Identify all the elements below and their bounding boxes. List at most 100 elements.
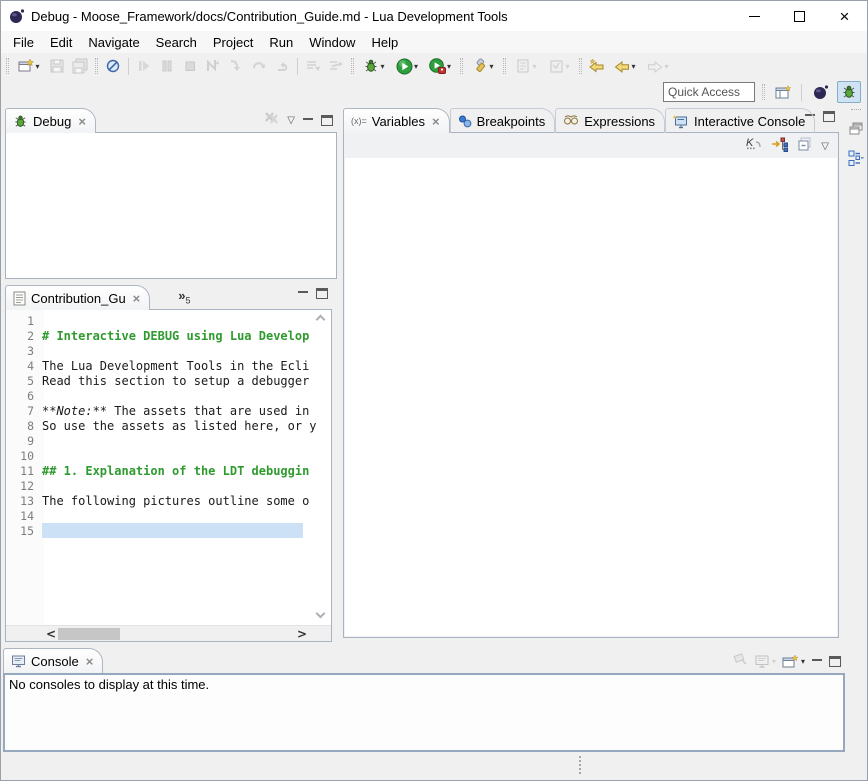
menu-file[interactable]: File bbox=[5, 33, 42, 52]
terminate-button[interactable] bbox=[179, 55, 201, 77]
variables-icon: (x)= bbox=[351, 116, 367, 126]
open-perspective-button[interactable] bbox=[772, 81, 794, 103]
forward-button[interactable]: ▾ bbox=[642, 55, 674, 77]
horizontal-scrollbar-thumb[interactable] bbox=[58, 628, 120, 640]
last-edit-location-button[interactable] bbox=[586, 55, 608, 77]
remove-terminated-icon bbox=[264, 111, 280, 125]
open-artifact-button[interactable]: ▾ bbox=[543, 55, 575, 77]
close-window-button[interactable]: × bbox=[822, 1, 867, 31]
last-edit-location-icon bbox=[589, 58, 605, 74]
editor-maximize-button[interactable] bbox=[316, 288, 328, 299]
scroll-up-icon[interactable] bbox=[316, 315, 326, 325]
console-minimize-button[interactable] bbox=[811, 657, 823, 667]
suspend-button[interactable] bbox=[156, 55, 178, 77]
menu-help[interactable]: Help bbox=[363, 33, 406, 52]
tab-interactive-console[interactable]: Interactive Console bbox=[665, 108, 815, 133]
menu-search[interactable]: Search bbox=[148, 33, 205, 52]
app-logo-icon bbox=[9, 8, 25, 24]
forward-arrow-icon bbox=[647, 58, 663, 74]
tab-variables[interactable]: (x)= Variables × bbox=[343, 108, 450, 133]
editor-text[interactable]: 1 2# Interactive DEBUG using Lua Develop… bbox=[12, 313, 313, 538]
run-button[interactable]: ▾ bbox=[391, 55, 423, 77]
tab-console[interactable]: Console × bbox=[3, 648, 103, 673]
step-return-icon bbox=[274, 58, 290, 74]
tab-editor-contribution-guide[interactable]: Contribution_Gu × bbox=[5, 285, 150, 310]
quick-access-input[interactable] bbox=[663, 82, 755, 102]
expressions-glasses-icon bbox=[563, 114, 579, 128]
menu-project[interactable]: Project bbox=[205, 33, 261, 52]
editor-line: 12 bbox=[12, 478, 313, 493]
hidden-editors-count: 5 bbox=[186, 296, 191, 306]
collapse-all-button[interactable] bbox=[797, 136, 813, 157]
editor-area: Contribution_Gu × »5 1 2# Interactive DE… bbox=[5, 284, 332, 642]
status-bar-grip[interactable] bbox=[579, 756, 581, 774]
debug-view-menu-icon[interactable]: ▽ bbox=[287, 115, 295, 126]
scroll-right-icon[interactable]: > bbox=[297, 626, 307, 642]
editor-line: 7**Note:** The assets that are used in bbox=[12, 403, 313, 418]
debug-tree-area[interactable] bbox=[5, 132, 337, 279]
show-type-names-button[interactable]: K bbox=[745, 136, 763, 157]
open-task-button[interactable]: ▾ bbox=[510, 55, 542, 77]
menu-navigate[interactable]: Navigate bbox=[80, 33, 147, 52]
minimized-views-bar bbox=[845, 107, 867, 647]
resume-button[interactable] bbox=[133, 55, 155, 77]
save-all-button[interactable] bbox=[69, 55, 91, 77]
remove-all-terminated-button[interactable] bbox=[264, 111, 280, 130]
debug-perspective-button[interactable] bbox=[837, 81, 861, 103]
terminate-icon bbox=[182, 58, 198, 74]
disconnect-button[interactable] bbox=[202, 55, 224, 77]
lua-perspective-button[interactable] bbox=[809, 81, 833, 103]
minimize-window-button[interactable] bbox=[732, 1, 777, 31]
tab-debug[interactable]: Debug × bbox=[5, 108, 96, 133]
tab-debug-close-icon[interactable]: × bbox=[78, 114, 86, 129]
menu-edit[interactable]: Edit bbox=[42, 33, 80, 52]
variables-tree-area[interactable] bbox=[345, 158, 837, 636]
outline-view-button[interactable] bbox=[848, 150, 864, 171]
step-into-button[interactable] bbox=[225, 55, 247, 77]
back-button[interactable]: ▾ bbox=[609, 55, 641, 77]
step-return-button[interactable] bbox=[271, 55, 293, 77]
debug-view-icon bbox=[13, 114, 28, 129]
task-icon bbox=[515, 58, 531, 74]
variables-view-menu-icon[interactable]: ▽ bbox=[821, 141, 829, 152]
external-tools-button[interactable]: ▾ bbox=[467, 55, 499, 77]
menu-window[interactable]: Window bbox=[301, 33, 363, 52]
save-icon bbox=[49, 58, 65, 74]
run-last-launched-button[interactable]: ▾ bbox=[424, 55, 456, 77]
tab-breakpoints[interactable]: Breakpoints bbox=[450, 108, 556, 133]
pin-console-button[interactable] bbox=[732, 651, 748, 672]
display-selected-console-button[interactable]: ▾ bbox=[754, 654, 776, 669]
editor-body[interactable]: 1 2# Interactive DEBUG using Lua Develop… bbox=[5, 309, 332, 642]
maximize-window-button[interactable] bbox=[777, 1, 822, 31]
debug-maximize-button[interactable] bbox=[321, 115, 333, 126]
tab-expressions[interactable]: Expressions bbox=[555, 108, 665, 133]
show-logical-structures-button[interactable] bbox=[771, 136, 789, 157]
drop-to-frame-button[interactable] bbox=[302, 55, 324, 77]
tab-variables-close-icon[interactable]: × bbox=[432, 114, 440, 129]
step-over-button[interactable] bbox=[248, 55, 270, 77]
editor-tab-overflow-chevron[interactable]: »5 bbox=[178, 288, 190, 306]
editor-line: 9 bbox=[12, 433, 313, 448]
debug-minimize-button[interactable] bbox=[302, 116, 314, 126]
restore-view-button[interactable] bbox=[849, 122, 863, 140]
pin-icon bbox=[732, 651, 748, 667]
editor-minimize-button[interactable] bbox=[297, 289, 309, 299]
console-maximize-button[interactable] bbox=[829, 656, 841, 667]
variables-maximize-button[interactable] bbox=[823, 111, 835, 122]
menu-run[interactable]: Run bbox=[261, 33, 301, 52]
skip-all-breakpoints-button[interactable] bbox=[102, 55, 124, 77]
console-output-area[interactable]: No consoles to display at this time. bbox=[3, 673, 845, 752]
use-step-filters-button[interactable] bbox=[325, 55, 347, 77]
tab-console-close-icon[interactable]: × bbox=[86, 654, 94, 669]
lua-perspective-icon bbox=[813, 84, 829, 100]
open-console-button[interactable]: ▾ bbox=[782, 654, 805, 670]
new-wizard-button[interactable]: ▾ bbox=[13, 55, 45, 77]
horizontal-scrollbar[interactable]: < > bbox=[6, 625, 331, 641]
save-button[interactable] bbox=[46, 55, 68, 77]
debug-button[interactable]: ▾ bbox=[358, 55, 390, 77]
debug-bug-icon bbox=[363, 58, 379, 74]
scroll-left-icon[interactable]: < bbox=[46, 626, 56, 642]
show-type-names-icon: K bbox=[745, 136, 763, 152]
tab-editor-close-icon[interactable]: × bbox=[133, 291, 141, 306]
scroll-down-icon[interactable] bbox=[316, 609, 326, 619]
